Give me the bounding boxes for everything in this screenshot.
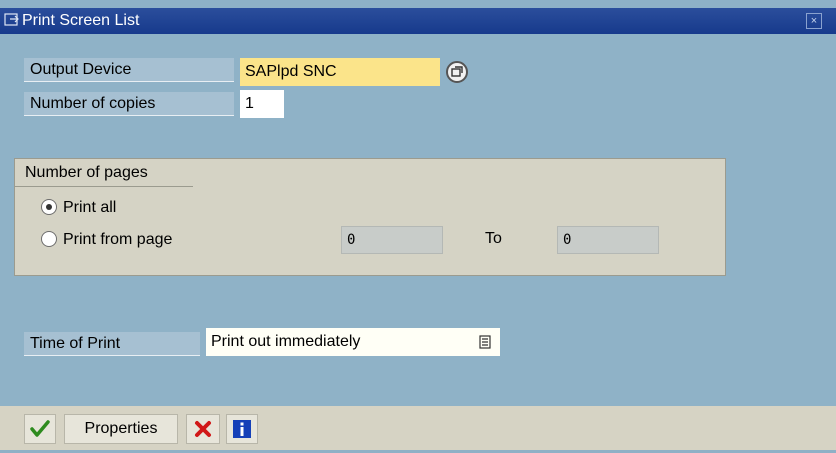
print-from-label: Print from page [63, 231, 173, 248]
output-device-input[interactable]: SAPlpd SNC [240, 58, 440, 86]
properties-button[interactable]: Properties [64, 414, 178, 444]
group-tab-edge [187, 159, 213, 188]
title-bar: Print Screen List × [0, 8, 836, 34]
print-screen-list-dialog: Print Screen List × Output Device SAPlpd… [0, 0, 836, 450]
dropdown-list-icon[interactable] [478, 335, 492, 349]
device-lookup-button[interactable] [446, 61, 468, 83]
cancel-button[interactable] [186, 414, 220, 444]
window-title: Print Screen List [22, 12, 140, 29]
cancel-x-icon [195, 421, 211, 437]
copies-label: Number of copies [24, 92, 234, 116]
to-label: To [485, 230, 502, 247]
print-list-icon [4, 13, 19, 26]
close-icon[interactable]: × [806, 13, 822, 29]
info-icon [233, 420, 251, 438]
bottom-toolbar: Properties [0, 406, 836, 450]
print-all-radio[interactable] [41, 199, 57, 215]
to-page-input[interactable]: 0 [557, 226, 659, 254]
info-button[interactable] [226, 414, 258, 444]
time-of-print-value: Print out immediately [211, 333, 361, 350]
dialog-body: Output Device SAPlpd SNC Number of copie… [0, 34, 836, 406]
print-from-radio[interactable] [41, 231, 57, 247]
time-of-print-label: Time of Print [24, 332, 200, 356]
from-page-input[interactable]: 0 [341, 226, 443, 254]
number-of-pages-group: Number of pages Print all Print from pag… [14, 158, 726, 276]
time-of-print-select[interactable]: Print out immediately [206, 328, 500, 356]
lookup-icon [451, 66, 463, 77]
copies-input[interactable]: 1 [240, 90, 284, 118]
output-device-label: Output Device [24, 58, 234, 82]
print-all-label: Print all [63, 199, 117, 216]
confirm-button[interactable] [24, 414, 56, 444]
checkmark-icon [30, 420, 50, 437]
group-title: Number of pages [15, 159, 193, 187]
